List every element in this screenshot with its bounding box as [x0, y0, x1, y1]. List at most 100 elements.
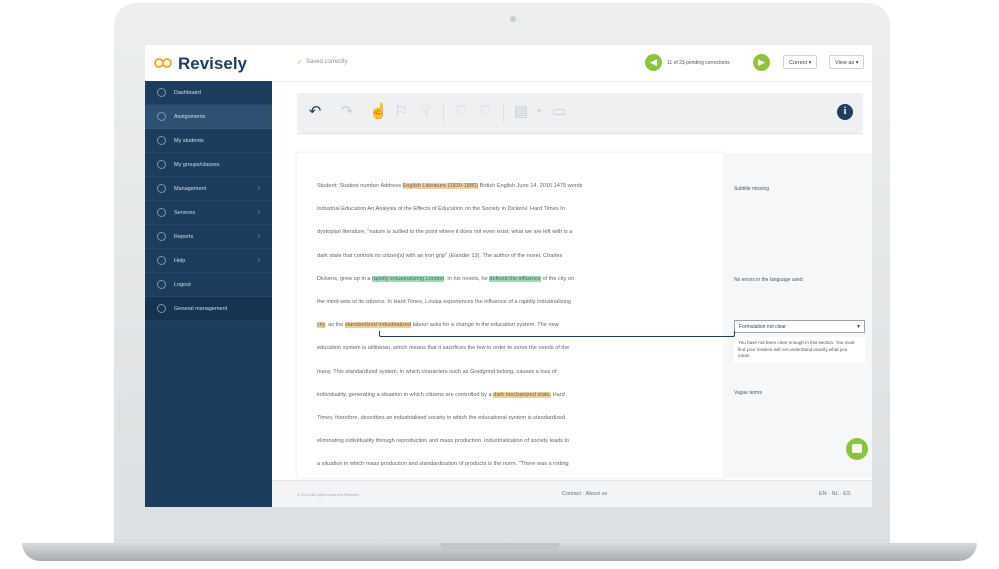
tag-button[interactable]: ♡ [453, 104, 469, 120]
document-line[interactable]: a situation in which mass production and… [317, 461, 569, 467]
highlighted-text[interactable]: city [317, 322, 325, 329]
document-line[interactable]: education system is utilitarian, which m… [317, 345, 569, 351]
document-menu-button[interactable]: ▾ [531, 104, 547, 120]
comment-icon: ⚐ [394, 103, 408, 120]
comment-no-errors[interactable]: No errors in the language used [734, 277, 803, 283]
document-line[interactable]: dystopian literature, "nature is sullied… [317, 229, 572, 235]
sidebar-item-assignments[interactable]: Assignments [145, 105, 272, 129]
document-text: dark state that controls its citizen[s] … [317, 252, 563, 259]
notes-button[interactable]: ▭ [551, 104, 567, 120]
comment-formulation-dropdown[interactable]: Formulation not clear ▾ [734, 320, 865, 333]
settings-icon [157, 304, 166, 313]
comment-button[interactable]: ⚐ [393, 104, 409, 120]
comment-vague-terms[interactable]: Vague terms [734, 390, 762, 396]
document-text: a situation in which mass production and… [317, 461, 569, 468]
document-text: of the city on [540, 275, 575, 282]
footer: © 2016 All rights reserved Revisely Cont… [272, 480, 872, 507]
document-button[interactable]: ▤ [513, 104, 529, 120]
chevron-down-icon: ▾ [808, 60, 812, 66]
groups-icon [157, 160, 166, 169]
help-icon [157, 256, 166, 265]
correct-dropdown[interactable]: Correct ▾ [783, 55, 818, 69]
chat-icon [852, 444, 862, 453]
document-text: individuality, generating a situation in… [317, 391, 494, 398]
highlighted-text[interactable]: dark mechanized state. [493, 391, 552, 398]
sidebar-item-label: My students [174, 137, 204, 144]
document-text: British English June 14, 2016 1475 words [478, 183, 583, 189]
sidebar-item-my-students[interactable]: My students [145, 129, 272, 153]
sidebar-item-reports[interactable]: Reports › [145, 225, 272, 249]
highlighted-text[interactable]: rapidly industrializing London [372, 275, 445, 282]
label-icon: ♡ [478, 103, 492, 120]
document-text: education system is utilitarian, which m… [317, 345, 570, 352]
document-text: many. This standardized system, in which… [317, 368, 557, 375]
view-as-dropdown-label: View as [835, 60, 855, 66]
chevron-down-icon: ▾ [855, 60, 859, 66]
highlighted-text[interactable]: standardized industrialized [344, 322, 412, 329]
save-status: ✓ Saved correctly [297, 58, 347, 66]
document-line[interactable]: many. This standardized system, in which… [317, 369, 557, 375]
document-line[interactable]: Student: Student number Address English … [317, 183, 583, 189]
chevron-right-icon: › [257, 209, 260, 216]
sidebar-item-label: Management [174, 185, 207, 192]
document-line[interactable]: Times, therefore, describes an industria… [317, 415, 567, 421]
document-line[interactable]: dark state that controls its citizen[s] … [317, 253, 562, 259]
reports-icon [157, 232, 166, 241]
comments-rail [723, 153, 872, 478]
label-button[interactable]: ♡ [477, 104, 493, 120]
document-line[interactable]: city, as the standardized industrialized… [317, 322, 559, 329]
comment-formulation-title: Formulation not clear [739, 324, 786, 330]
students-icon [157, 136, 166, 145]
comment-subtitle-missing[interactable]: Subtitle missing [734, 186, 769, 192]
chevron-right-icon: › [257, 185, 260, 192]
document-page[interactable]: Student: Student number Address English … [297, 153, 723, 478]
undo-button[interactable]: ↶ [307, 104, 323, 120]
document-line[interactable]: Industrial Education An Analysis of the … [317, 206, 565, 212]
highlighted-text[interactable]: defined the influence [489, 275, 541, 282]
sidebar-item-help[interactable]: Help › [145, 249, 272, 273]
undo-icon: ↶ [308, 103, 322, 120]
document-text: . In his novels, he [444, 275, 490, 282]
document-text: Industrial Education An Analysis of the … [317, 206, 565, 213]
corrections-counter: 11 of 23 pending corrections [667, 60, 730, 66]
sidebar-item-general-management[interactable]: General management [145, 297, 272, 321]
redo-button[interactable]: ↷ [339, 104, 355, 120]
highlighted-text[interactable]: English Literature (1830-1880) [402, 183, 479, 189]
notes-icon: ▭ [551, 103, 567, 120]
document-line[interactable]: Dickens, grew up in a rapidly industrial… [317, 275, 575, 282]
previous-correction-button[interactable]: ◀ [645, 54, 662, 71]
sidebar-item-label: Dashboard [174, 89, 201, 96]
thumbs-down-button[interactable]: ☟ [417, 104, 433, 120]
comment-formulation-body: You have not been clear enough in this s… [734, 337, 865, 363]
view-as-dropdown[interactable]: View as ▾ [829, 55, 865, 69]
thumbs-up-button[interactable]: ☝ [369, 104, 388, 120]
sidebar-item-services[interactable]: Services › [145, 201, 272, 225]
sidebar-item-label: Services [174, 209, 196, 216]
info-button[interactable]: i [837, 104, 853, 120]
document-line[interactable]: individuality, generating a situation in… [317, 391, 565, 398]
redo-icon: ↷ [340, 103, 354, 120]
check-icon: ✓ [297, 59, 303, 66]
sidebar-item-management[interactable]: Management › [145, 177, 272, 201]
save-status-text: Saved correctly [305, 59, 348, 65]
next-correction-button[interactable]: ▶ [753, 54, 770, 71]
footer-links[interactable]: Contact · About us [562, 491, 607, 497]
arrow-right-icon: ▶ [758, 57, 765, 67]
sidebar-item-my-groups[interactable]: My groups/classes [145, 153, 272, 177]
chat-button[interactable] [846, 438, 868, 460]
document-text: Times, therefore, describes an industria… [317, 415, 567, 421]
chevron-right-icon: › [257, 233, 260, 240]
logo[interactable]: Revisely [154, 54, 247, 74]
sidebar-item-logout[interactable]: Logout [145, 273, 272, 297]
logo-icon [154, 58, 174, 70]
document-text: the mind-sets of its citizens. In Hard T… [317, 299, 572, 305]
document-text: , as the [324, 322, 345, 329]
sidebar-item-dashboard[interactable]: Dashboard [145, 81, 272, 105]
language-selector[interactable]: EN · NL · ES [819, 491, 851, 497]
document-line[interactable]: eliminating individuality through reprod… [317, 438, 569, 444]
camera-icon [510, 16, 516, 22]
management-icon [157, 184, 166, 193]
tag-icon: ♡ [454, 103, 468, 120]
document-line[interactable]: the mind-sets of its citizens. In Hard T… [317, 299, 571, 305]
document-text: labour asks for a change in the educatio… [411, 322, 559, 329]
